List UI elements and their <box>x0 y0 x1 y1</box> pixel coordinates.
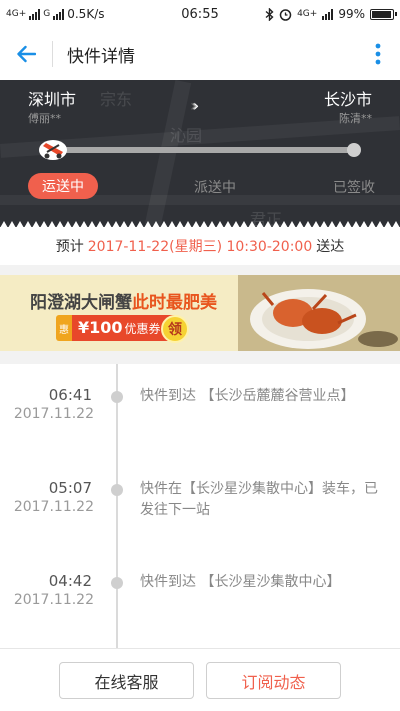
delivery-vehicle-icon <box>39 140 67 160</box>
map-label: 宗东 <box>100 90 133 109</box>
stage-in-transit: 运送中 <box>28 173 98 199</box>
map-label: 沁园 <box>170 126 203 145</box>
network-speed: 0.5K/s <box>67 7 105 21</box>
battery-percent: 99% <box>338 7 365 21</box>
coupon-badge: 惠 <box>56 315 72 341</box>
network-type-right: 4G+ <box>297 9 318 19</box>
entry-text: 快件到达 【长沙星沙集散中心】 <box>140 574 341 590</box>
estimate-time: 2017-11-22(星期三) 10:30-20:00 <box>87 239 313 255</box>
timeline-entry: 04:42 2017.11.22 快件到达 【长沙星沙集散中心】 <box>0 572 400 648</box>
app-bar: 快件详情 <box>0 28 400 80</box>
status-left: 4G+ G 0.5K/s <box>6 7 104 21</box>
status-bar: 4G+ G 0.5K/s 06:55 4G+ 99% <box>0 0 400 28</box>
stage-delivering: 派送中 <box>194 180 236 196</box>
arrow-left-icon <box>17 45 36 63</box>
origin-city: 深圳市 <box>28 90 77 109</box>
entry-time: 06:41 <box>48 386 92 404</box>
direction-arrows-icon: ››› <box>190 96 201 115</box>
status-right: 4G+ 99% <box>265 7 397 21</box>
header-divider <box>52 41 53 67</box>
battery-icon <box>370 8 397 20</box>
subscribe-updates-button[interactable]: 订阅动态 <box>206 662 341 699</box>
tracking-timeline: 06:41 2017.11.22 快件到达 【长沙岳麓麓谷营业点】 05:07 … <box>0 364 400 648</box>
banner-title-plain: 阳澄湖大闸蟹 <box>30 293 132 313</box>
alarm-icon <box>279 8 292 21</box>
timeline-entry: 06:41 2017.11.22 快件到达 【长沙岳麓麓谷营业点】 <box>0 386 400 476</box>
route-map: 宗东 沁园 君正 深圳市 傅丽** ››› 长沙市 陈清** 运送中 派送中 已… <box>0 80 400 227</box>
more-vertical-icon <box>375 43 381 65</box>
timeline-entry: 05:07 2017.11.22 快件在【长沙星沙集散中心】装车，已发往下一站 <box>0 479 400 569</box>
signal-icon-2 <box>53 8 65 20</box>
banner-title-highlight: 此时最肥美 <box>132 293 217 313</box>
coupon-amount: ¥100 <box>78 318 123 337</box>
estimate-prefix: 预计 <box>55 239 84 255</box>
timeline-dot <box>111 577 123 589</box>
back-button[interactable] <box>0 28 52 80</box>
customer-service-button[interactable]: 在线客服 <box>59 662 194 699</box>
timeline-dot <box>111 484 123 496</box>
page-title: 快件详情 <box>67 46 135 67</box>
network-type-1: 4G+ <box>6 9 27 19</box>
destination-city: 长沙市 <box>323 90 372 109</box>
coupon-label: 优惠券 <box>124 322 161 336</box>
entry-text: 快件到达 【长沙岳麓麓谷营业点】 <box>140 388 355 404</box>
receiver-name: 陈清** <box>339 112 372 125</box>
signal-icon-3 <box>322 8 334 20</box>
estimate-suffix: 送达 <box>316 239 345 255</box>
stage-signed: 已签收 <box>333 180 375 196</box>
crab-dish-image <box>238 275 400 351</box>
claim-coupon-button[interactable]: 领 <box>161 315 189 343</box>
delivery-estimate: 预计 2017-11-22(星期三) 10:30-20:00 送达 <box>0 221 400 265</box>
entry-date: 2017.11.22 <box>13 592 94 608</box>
more-button[interactable] <box>356 28 400 80</box>
timeline-dot <box>111 391 123 403</box>
banner-title: 阳澄湖大闸蟹此时最肥美 <box>30 288 217 313</box>
network-type-2: G <box>43 9 51 19</box>
entry-date: 2017.11.22 <box>13 406 94 422</box>
progress-end-dot <box>347 143 361 157</box>
sender-name: 傅丽** <box>28 112 61 125</box>
progress-track <box>62 147 356 153</box>
bluetooth-icon <box>265 7 274 21</box>
entry-text: 快件在【长沙星沙集散中心】装车，已发往下一站 <box>140 481 378 518</box>
bottom-action-bar: 在线客服 订阅动态 <box>0 648 400 711</box>
signal-icon <box>29 8 41 20</box>
promo-banner[interactable]: 阳澄湖大闸蟹此时最肥美 惠 ¥100 优惠券 领 <box>0 275 400 351</box>
entry-date: 2017.11.22 <box>13 499 94 515</box>
battery-fill <box>372 10 391 18</box>
entry-time: 04:42 <box>48 572 92 590</box>
zigzag-edge <box>0 221 400 228</box>
entry-time: 05:07 <box>48 479 92 497</box>
